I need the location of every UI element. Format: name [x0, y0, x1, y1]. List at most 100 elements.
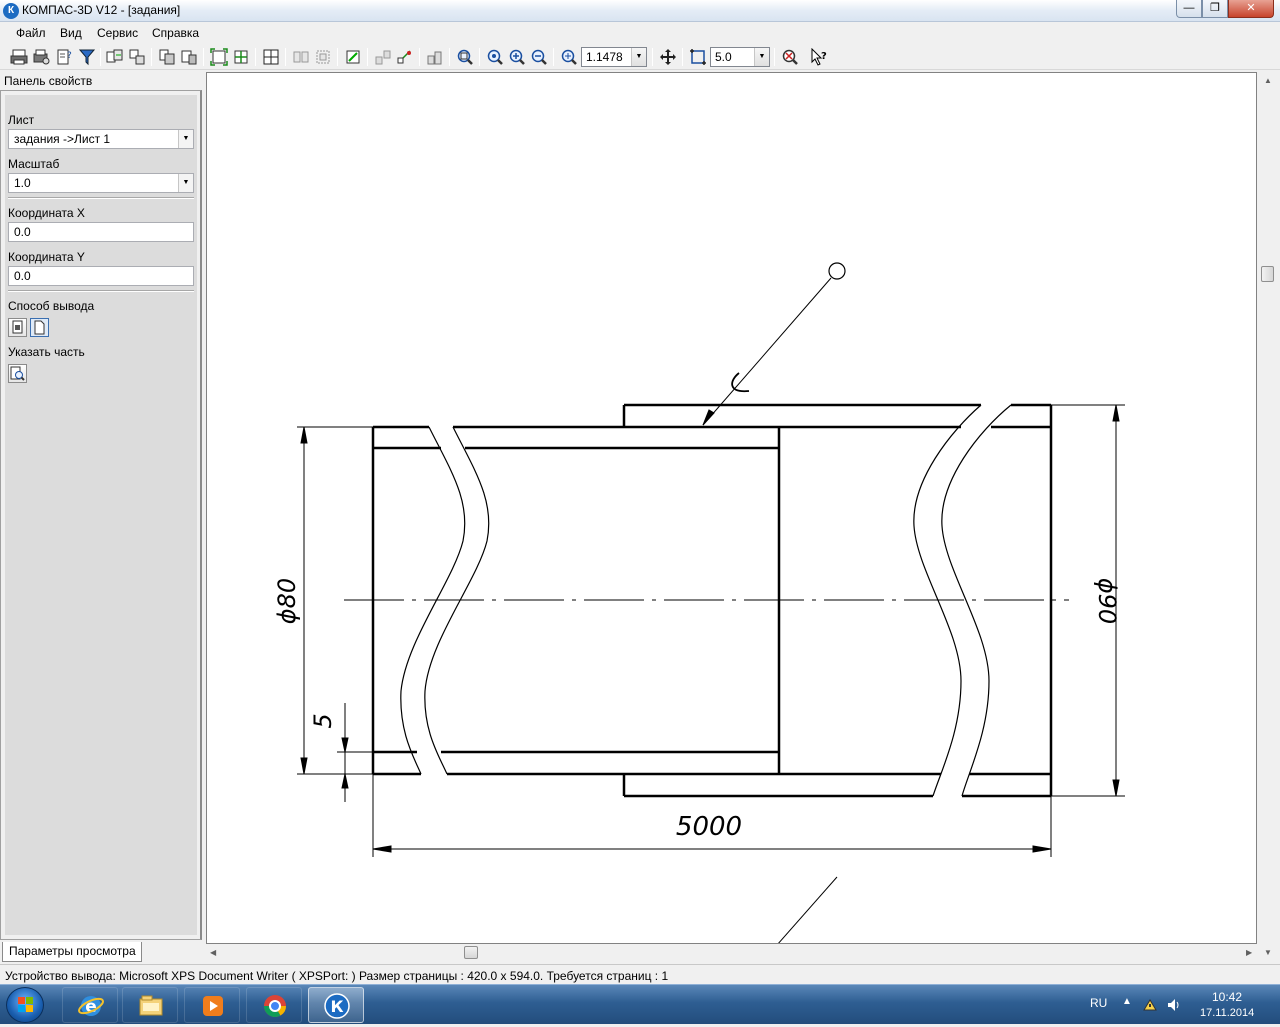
printer-setup-icon[interactable]	[32, 48, 50, 66]
zoom-plus-icon[interactable]	[508, 48, 526, 66]
drawing-canvas[interactable]: ϕ80 5 ϕ90 5000	[206, 72, 1257, 944]
part-outline	[371, 403, 1053, 798]
taskbar-media-player[interactable]	[184, 987, 240, 1023]
scroll-down-icon[interactable]: ▼	[1264, 948, 1272, 957]
title-bar: К КОМПАС-3D V12 - [задания] — ❐ ✕	[0, 0, 1280, 22]
coord-x-input[interactable]: 0.0	[8, 222, 194, 242]
status-text: Устройство вывода: Microsoft XPS Documen…	[5, 969, 669, 983]
chevron-down-icon[interactable]: ▼	[178, 174, 193, 192]
dimension-5	[337, 703, 373, 802]
dimension-5-text: 5	[309, 713, 337, 728]
scroll-left-icon[interactable]: ◀	[210, 948, 216, 957]
fit-page-icon[interactable]	[210, 48, 228, 66]
scale-label: Масштаб	[8, 157, 60, 171]
clock-date[interactable]: 17.11.2014	[1200, 1007, 1254, 1019]
sheet-select[interactable]: задания ->Лист 1 ▼	[8, 129, 194, 149]
coord-y-value: 0.0	[14, 269, 31, 283]
paste-sheets-icon[interactable]	[180, 48, 198, 66]
properties-panel-body	[5, 95, 197, 935]
taskbar: e К RU ▲ 10:42 17.11.2014	[0, 984, 1280, 1024]
properties-icon[interactable]	[781, 48, 799, 66]
preview-settings-icon[interactable]: ?	[56, 48, 74, 66]
print-icon[interactable]	[10, 48, 28, 66]
leader-line	[702, 262, 846, 426]
select-part-label: Указать часть	[8, 345, 85, 359]
page-icon	[34, 320, 45, 335]
menu-service[interactable]: Сервис	[97, 26, 138, 40]
technical-drawing: ϕ80 5 ϕ90 5000	[273, 262, 1125, 943]
help-cursor-icon[interactable]: ?	[810, 48, 828, 66]
show-hidden-icons[interactable]: ▲	[1122, 996, 1132, 1007]
align2-icon[interactable]	[396, 48, 414, 66]
scale-select[interactable]: 1.0 ▼	[8, 173, 194, 193]
zoom-combo[interactable]: 1.1478 ▼	[581, 47, 647, 67]
window-title: КОМПАС-3D V12 - [задания]	[22, 3, 181, 17]
vertical-scrollbar[interactable]: ▲ ▼	[1259, 72, 1276, 960]
coord-y-label: Координата Y	[8, 250, 85, 264]
zoom-scale-icon[interactable]	[426, 48, 444, 66]
start-button[interactable]	[6, 987, 44, 1023]
menu-view[interactable]: Вид	[60, 26, 82, 40]
grid-icon[interactable]	[262, 48, 280, 66]
minimize-button[interactable]: —	[1176, 0, 1202, 18]
chevron-down-icon[interactable]: ▼	[754, 48, 769, 66]
zoom-value: 1.1478	[586, 50, 623, 64]
clock-time[interactable]: 10:42	[1212, 990, 1242, 1004]
panel-header: Панель свойств	[0, 72, 200, 90]
fit-object-icon[interactable]	[344, 48, 362, 66]
select-part-button[interactable]	[8, 364, 27, 383]
scroll-up-icon[interactable]: ▲	[1264, 76, 1272, 85]
menu-file[interactable]: Файл	[16, 26, 46, 40]
align-icon[interactable]	[374, 48, 392, 66]
sheet-value: задания ->Лист 1	[14, 132, 111, 146]
taskbar-internet-explorer[interactable]: e	[62, 987, 118, 1023]
maximize-button[interactable]: ❐	[1202, 0, 1228, 18]
svg-text:?: ?	[821, 51, 827, 62]
status-bar: Устройство вывода: Microsoft XPS Documen…	[0, 964, 1280, 984]
copy-sheets-icon[interactable]	[158, 48, 176, 66]
sheet-label: Лист	[8, 113, 35, 127]
action-center-icon[interactable]	[1142, 997, 1158, 1013]
dimension-5000-text: 5000	[676, 812, 742, 842]
chevron-down-icon[interactable]: ▼	[631, 48, 646, 66]
svg-text:К: К	[330, 997, 343, 1016]
kompas-icon: К	[324, 993, 350, 1019]
tile2-icon[interactable]	[314, 48, 332, 66]
zoom-window-icon[interactable]	[456, 48, 474, 66]
coord-y-input[interactable]: 0.0	[8, 266, 194, 286]
menu-help[interactable]: Справка	[152, 26, 199, 40]
page-fit-icon	[12, 320, 23, 334]
kompas-app-icon[interactable]: К	[3, 3, 19, 19]
language-indicator[interactable]: RU	[1090, 996, 1107, 1010]
zoom-out-icon[interactable]	[530, 48, 548, 66]
layout2-icon[interactable]	[128, 48, 146, 66]
close-button[interactable]: ✕	[1228, 0, 1274, 18]
taskbar-chrome[interactable]	[246, 987, 302, 1023]
output-page-button[interactable]	[30, 318, 49, 337]
chevron-down-icon[interactable]: ▼	[178, 130, 193, 148]
zoom-in-icon[interactable]	[486, 48, 504, 66]
tab-view-parameters[interactable]: Параметры просмотра	[2, 942, 142, 962]
media-player-icon	[203, 996, 223, 1016]
rotate-step-icon[interactable]	[689, 48, 707, 66]
scroll-right-icon[interactable]: ▶	[1246, 948, 1252, 957]
panel-title: Панель свойств	[4, 74, 93, 88]
tile-icon[interactable]	[292, 48, 310, 66]
taskbar-kompas[interactable]: К	[308, 987, 364, 1023]
scale-value: 1.0	[14, 176, 31, 190]
fit-all-icon[interactable]	[232, 48, 250, 66]
volume-icon[interactable]	[1166, 997, 1182, 1013]
step-combo[interactable]: 5.0 ▼	[710, 47, 770, 67]
properties-panel: Лист задания ->Лист 1 ▼ Масштаб 1.0 ▼ Ко…	[0, 90, 202, 940]
pan-icon[interactable]	[659, 48, 677, 66]
filter-icon[interactable]	[78, 48, 96, 66]
layout-icon[interactable]	[106, 48, 124, 66]
zoom-previous-icon[interactable]	[560, 48, 578, 66]
horizontal-scroll-thumb[interactable]	[464, 946, 478, 959]
taskbar-file-explorer[interactable]	[122, 987, 178, 1023]
horizontal-scrollbar[interactable]: ◀ ▶	[206, 944, 1257, 961]
output-fit-button[interactable]	[8, 318, 27, 337]
vertical-scroll-thumb[interactable]	[1261, 266, 1274, 282]
dimension-d90-text: ϕ90	[1093, 578, 1121, 624]
section-line	[778, 876, 838, 943]
